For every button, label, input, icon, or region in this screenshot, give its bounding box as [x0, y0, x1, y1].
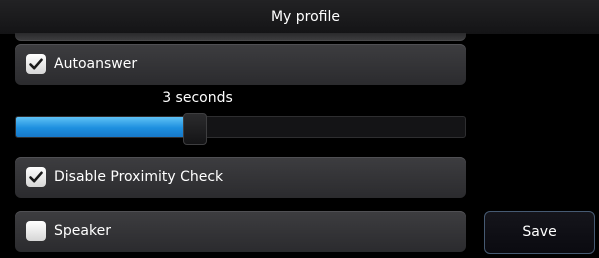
save-button[interactable]: Save — [484, 211, 595, 254]
disable-proximity-check-label: Disable Proximity Check — [54, 169, 224, 185]
autoanswer-checkbox[interactable] — [26, 54, 46, 74]
disable-proximity-check-row[interactable]: Disable Proximity Check — [15, 157, 466, 198]
speaker-row[interactable]: Speaker — [15, 211, 466, 252]
profile-screen: My profile Autoanswer 3 seconds Disable … — [0, 0, 599, 258]
autoanswer-delay-slider[interactable] — [15, 116, 466, 138]
save-button-label: Save — [522, 224, 557, 240]
slider-handle[interactable] — [183, 113, 207, 145]
checkmark-icon — [29, 171, 43, 183]
slider-fill — [16, 117, 196, 137]
page-title: My profile — [270, 9, 341, 25]
previous-setting-row — [15, 33, 466, 41]
autoanswer-row[interactable]: Autoanswer — [15, 44, 466, 85]
speaker-label: Speaker — [54, 223, 111, 239]
title-bar: My profile — [0, 0, 599, 34]
autoanswer-delay-value: 3 seconds — [162, 90, 233, 106]
disable-proximity-check-checkbox[interactable] — [26, 167, 46, 187]
speaker-checkbox[interactable] — [26, 221, 46, 241]
checkmark-icon — [29, 58, 43, 70]
autoanswer-label: Autoanswer — [54, 56, 138, 72]
